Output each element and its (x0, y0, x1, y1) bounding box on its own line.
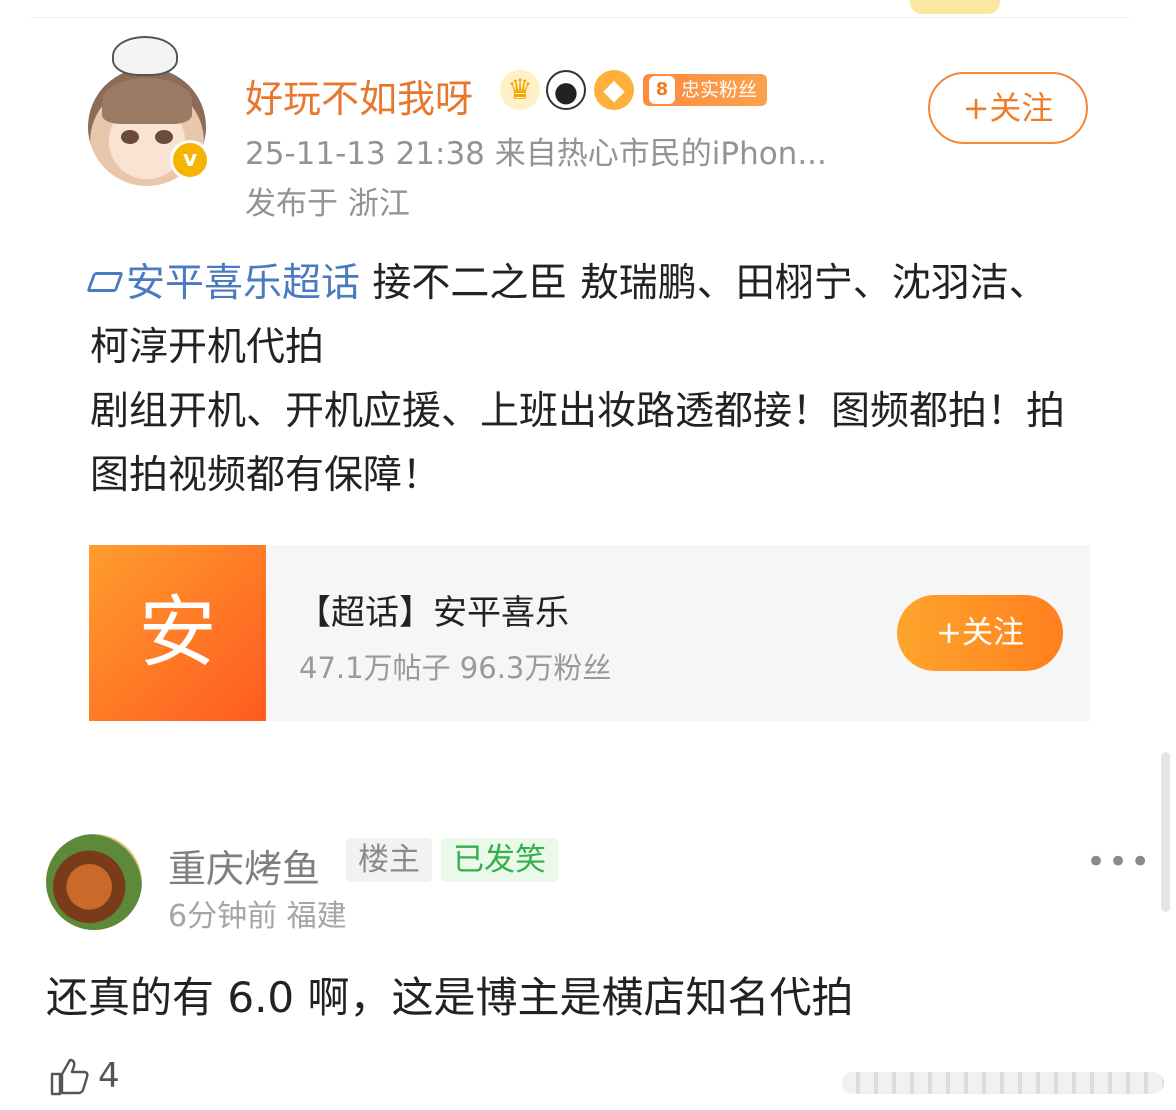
topic-link[interactable]: 安平喜乐超话 (86, 261, 361, 306)
topic-thumbnail: 安 (89, 545, 266, 721)
obscured-text (842, 1072, 1164, 1094)
crown-icon[interactable]: ♛ (500, 70, 540, 110)
laughed-tag: 已发笑 (441, 838, 558, 882)
topic-link-label: 安平喜乐超话 (126, 261, 361, 306)
topic-card-title: 【超话】安平喜乐 (297, 593, 569, 633)
more-options-icon[interactable]: ••• (1086, 842, 1152, 882)
avatar-hair (102, 78, 192, 124)
post-source-prefix: 来自 (494, 136, 557, 172)
topic-follow-button[interactable]: +关注 (897, 595, 1063, 671)
super-topic-icon (86, 272, 124, 292)
avatar-eye-right (155, 130, 173, 144)
post-time: 25-11-13 21:38 (245, 136, 485, 172)
follow-button[interactable]: +关注 (928, 72, 1088, 144)
fan-level-number: 8 (649, 76, 675, 104)
avatar-eye-left (121, 130, 139, 144)
post-meta: 25-11-13 21:38 来自热心市民的iPhon... (245, 128, 827, 173)
commenter-avatar[interactable] (46, 834, 142, 930)
topic-card-stats: 47.1万帖子 96.3万粉丝 (299, 651, 612, 685)
comment-meta: 6分钟前 福建 (168, 899, 347, 934)
like-count: 4 (98, 1056, 120, 1096)
panda-icon[interactable]: ● (546, 70, 586, 110)
avatar-pendant-icon (112, 36, 178, 76)
comment-text: 还真的有 6.0 啊，这是博主是横店知名代拍 (46, 973, 854, 1022)
content-line-2: 剧组开机、开机应援、上班出妆路透都接！图频都拍！拍图拍视频都有保障！ (90, 389, 1066, 498)
scrollbar[interactable] (1161, 752, 1170, 912)
author-name[interactable]: 好玩不如我呀 (245, 68, 473, 123)
post-content: 安平喜乐超话 接不二之臣 敖瑞鹏、田栩宁、沈羽洁、柯淳开机代拍 剧组开机、开机应… (86, 252, 1080, 508)
top-decoration (910, 0, 1000, 14)
super-topic-card[interactable]: 安 【超话】安平喜乐 47.1万帖子 96.3万粉丝 +关注 (89, 545, 1090, 721)
post-location: 发布于 浙江 (245, 186, 410, 222)
post-source: 热心市民的iPhon... (556, 136, 827, 172)
fan-level-badge[interactable]: 8 忠实粉丝 (643, 74, 768, 106)
thumbs-up-icon[interactable] (48, 1054, 92, 1098)
verified-v-icon: v (170, 140, 210, 180)
fish-icon[interactable]: ◆ (594, 70, 634, 110)
commenter-name[interactable]: 重庆烤鱼 (168, 838, 320, 893)
fan-level-label: 忠实粉丝 (681, 79, 758, 101)
owner-tag: 楼主 (346, 838, 432, 882)
